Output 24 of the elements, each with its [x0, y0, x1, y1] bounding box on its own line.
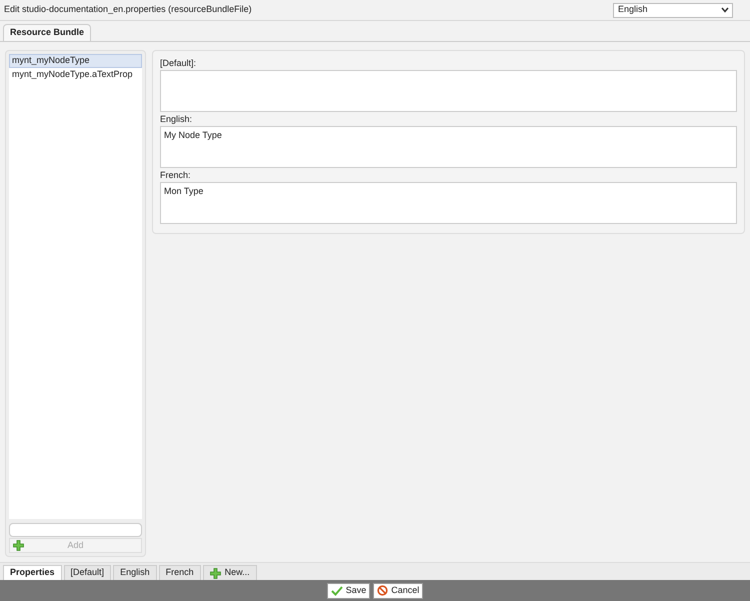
save-button[interactable]: Save: [326, 582, 370, 598]
tab[interactable]: English: [113, 565, 157, 580]
tab[interactable]: Properties: [3, 565, 62, 580]
field-label: [Default]:: [160, 57, 198, 70]
field-label: English:: [160, 113, 194, 126]
text-area[interactable]: My Node Type: [160, 126, 737, 168]
plus-icon: [13, 540, 24, 551]
new-tab-button[interactable]: New...: [202, 565, 257, 580]
key-list-item[interactable]: mynt_myNodeType: [9, 54, 142, 68]
key-list-item[interactable]: mynt_myNodeType.aTextProp: [9, 68, 142, 82]
prohibited-icon: [377, 585, 388, 596]
tab[interactable]: Resource Bundle: [3, 24, 92, 41]
language-select[interactable]: English: [613, 2, 733, 18]
text-area[interactable]: [160, 70, 737, 112]
tab[interactable]: [Default]: [64, 565, 112, 580]
plus-icon: [210, 568, 221, 578]
text-area[interactable]: Mon Type: [160, 182, 737, 224]
checkmark-icon: [330, 586, 343, 596]
window-title: Edit studio-documentation_en.properties (resourceBundleFile): [4, 3, 252, 16]
cancel-button[interactable]: Cancel: [373, 582, 424, 598]
tab[interactable]: French: [158, 565, 201, 580]
field-label: French:: [160, 169, 192, 182]
new-key-field[interactable]: [9, 523, 142, 537]
chevron-down-icon: [721, 7, 729, 13]
